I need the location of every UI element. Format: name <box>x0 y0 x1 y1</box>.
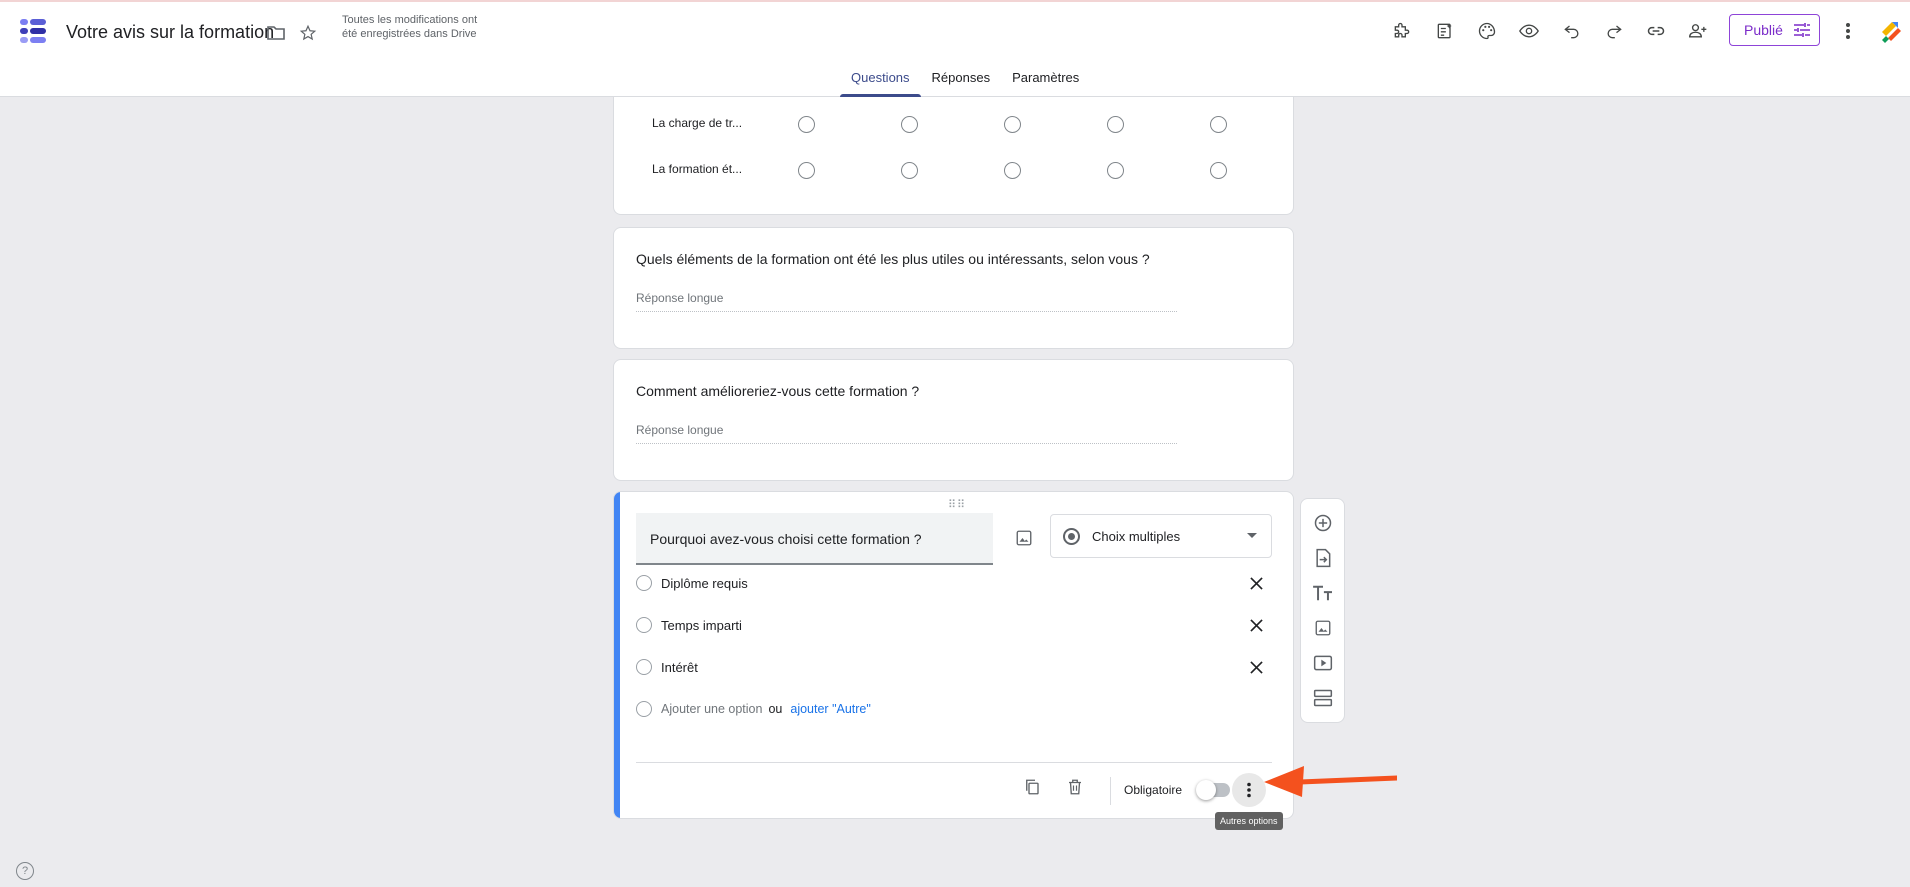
question-type-label: Choix multiples <box>1092 528 1181 544</box>
more-vert-icon <box>1247 782 1251 798</box>
tab-questions[interactable]: Questions <box>840 68 921 97</box>
annotation-arrow-icon <box>1264 766 1397 797</box>
grid-radio[interactable] <box>798 162 815 179</box>
link-icon[interactable] <box>1644 19 1668 43</box>
tabs-bar: Questions Réponses Paramètres <box>840 68 1090 97</box>
tab-responses[interactable]: Réponses <box>921 68 1002 97</box>
top-bar: Votre avis sur la formation Toutes les m… <box>0 0 1910 97</box>
active-question-card[interactable]: ⠿⠿ Pourquoi avez-vous choisi cette forma… <box>613 491 1294 819</box>
grid-radio[interactable] <box>901 162 918 179</box>
import-questions-icon[interactable] <box>1312 547 1334 569</box>
active-indicator <box>614 492 620 818</box>
radio-button-icon <box>1063 527 1080 545</box>
question-title: Comment amélioreriez-vous cette formatio… <box>636 383 920 399</box>
save-status: Toutes les modifications ont été enregis… <box>342 14 478 40</box>
question-type-select[interactable]: Choix multiples <box>1050 514 1272 558</box>
question-title: Quels éléments de la formation ont été l… <box>636 251 1150 267</box>
card-divider <box>636 762 1272 763</box>
document-title[interactable]: Votre avis sur la formation <box>66 22 274 43</box>
dropdown-arrow-icon <box>1247 533 1257 538</box>
folder-icon[interactable] <box>265 22 287 44</box>
help-icon[interactable]: ? <box>16 862 34 880</box>
account-avatar[interactable] <box>1878 18 1904 44</box>
grid-radio[interactable] <box>1107 162 1124 179</box>
redo-icon[interactable] <box>1602 19 1626 43</box>
grid-radio[interactable] <box>1107 116 1124 133</box>
top-edge-line <box>0 0 1910 2</box>
grid-radio[interactable] <box>1210 162 1227 179</box>
add-option-link[interactable]: Ajouter une option <box>661 702 762 716</box>
option-label[interactable]: Intérêt <box>661 660 698 675</box>
more-options-tooltip: Autres options <box>1215 812 1283 830</box>
option-row[interactable]: Temps imparti <box>636 613 1266 637</box>
option-row[interactable]: Intérêt <box>636 655 1266 679</box>
addons-icon[interactable] <box>1390 19 1414 43</box>
side-toolbar <box>1300 498 1345 723</box>
question-card-improve[interactable]: Comment amélioreriez-vous cette formatio… <box>613 359 1294 481</box>
forms-logo-icon[interactable] <box>18 16 48 46</box>
drag-handle-icon[interactable]: ⠿⠿ <box>948 498 966 511</box>
add-image-icon[interactable] <box>1312 617 1334 639</box>
customize-icon[interactable] <box>1433 19 1457 43</box>
undo-icon[interactable] <box>1560 19 1584 43</box>
option-row[interactable]: Diplôme requis <box>636 571 1266 595</box>
grid-radio[interactable] <box>1004 116 1021 133</box>
option-radio <box>636 575 652 591</box>
palette-icon[interactable] <box>1475 19 1499 43</box>
remove-option-icon[interactable] <box>1246 573 1266 593</box>
option-radio <box>636 617 652 633</box>
grid-radio[interactable] <box>1210 116 1227 133</box>
add-question-icon[interactable] <box>1312 512 1334 534</box>
delete-icon[interactable] <box>1064 776 1086 798</box>
option-radio <box>636 701 652 717</box>
add-section-icon[interactable] <box>1312 687 1334 709</box>
more-options-button[interactable] <box>1232 773 1266 807</box>
publish-label: Publié <box>1744 22 1783 38</box>
long-answer-placeholder: Réponse longue <box>636 423 1177 444</box>
tab-settings[interactable]: Paramètres <box>1001 68 1090 97</box>
long-answer-placeholder: Réponse longue <box>636 291 1177 312</box>
add-collaborator-icon[interactable] <box>1686 19 1710 43</box>
tune-icon <box>1793 23 1810 37</box>
required-toggle[interactable] <box>1196 780 1230 800</box>
option-label[interactable]: Diplôme requis <box>661 576 748 591</box>
add-option-row: Ajouter une option ou ajouter "Autre" <box>636 697 1266 721</box>
preview-icon[interactable] <box>1517 19 1541 43</box>
question-card-useful[interactable]: Quels éléments de la formation ont été l… <box>613 227 1294 349</box>
required-label: Obligatoire <box>1124 783 1183 797</box>
footer-separator <box>1110 777 1111 805</box>
publish-button[interactable]: Publié <box>1729 14 1820 46</box>
grid-radio[interactable] <box>798 116 815 133</box>
grid-radio[interactable] <box>901 116 918 133</box>
add-image-icon[interactable] <box>1012 526 1036 550</box>
grid-radio[interactable] <box>1004 162 1021 179</box>
question-title-input[interactable]: Pourquoi avez-vous choisi cette formatio… <box>636 513 993 565</box>
add-title-icon[interactable] <box>1312 582 1334 604</box>
remove-option-icon[interactable] <box>1246 657 1266 677</box>
grid-row-label: La formation ét... <box>652 162 743 176</box>
add-other-link[interactable]: ajouter "Autre" <box>790 702 870 716</box>
grid-question-card[interactable]: La charge de tr... La formation ét... <box>613 97 1294 215</box>
add-video-icon[interactable] <box>1312 652 1334 674</box>
grid-row-label: La charge de tr... <box>652 116 743 130</box>
star-icon[interactable] <box>297 22 319 44</box>
option-radio <box>636 659 652 675</box>
remove-option-icon[interactable] <box>1246 615 1266 635</box>
option-label[interactable]: Temps imparti <box>661 618 742 633</box>
duplicate-icon[interactable] <box>1021 776 1043 798</box>
or-text: ou <box>768 702 783 716</box>
more-vert-icon[interactable] <box>1836 19 1860 43</box>
